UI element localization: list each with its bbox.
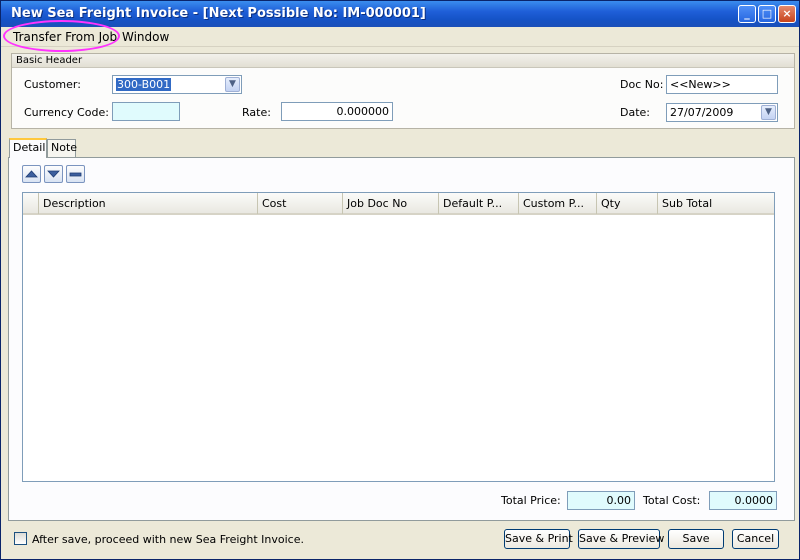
total-cost-label: Total Cost: xyxy=(643,494,701,507)
calendar-dropdown-icon[interactable]: ▼ xyxy=(761,105,776,120)
proceed-new-checkbox[interactable] xyxy=(14,532,27,545)
column-header-cost[interactable]: Cost xyxy=(258,193,343,214)
date-picker[interactable]: 27/07/2009 ▼ xyxy=(666,103,778,122)
column-header-custom-price[interactable]: Custom P... xyxy=(519,193,597,214)
group-header: Basic Header xyxy=(12,54,794,68)
maximize-button[interactable]: □ xyxy=(758,5,776,23)
column-header-selector[interactable] xyxy=(23,193,39,214)
tab-note[interactable]: Note xyxy=(47,139,77,157)
rate-field[interactable]: 0.000000 xyxy=(281,102,393,121)
move-down-button[interactable] xyxy=(44,165,63,183)
title-bar[interactable]: New Sea Freight Invoice - [Next Possible… xyxy=(1,1,799,27)
customer-combobox[interactable]: 300-B001 ▼ xyxy=(112,75,242,94)
move-up-button[interactable] xyxy=(22,165,41,183)
doc-no-label: Doc No: xyxy=(620,78,664,91)
currency-code-label: Currency Code: xyxy=(24,106,109,119)
group-title: Basic Header xyxy=(16,55,83,66)
detail-grid[interactable]: Description Cost Job Doc No Default P...… xyxy=(22,192,775,482)
arrow-down-icon xyxy=(47,170,60,178)
date-value: 27/07/2009 xyxy=(670,106,734,119)
minus-icon xyxy=(69,172,82,177)
total-price-label: Total Price: xyxy=(501,494,561,507)
save-preview-button[interactable]: Save & Preview xyxy=(578,529,664,549)
save-print-button[interactable]: Save & Print xyxy=(504,529,573,549)
menu-bar: Transfer From Job Window xyxy=(1,27,799,47)
cancel-button[interactable]: Cancel xyxy=(732,529,779,549)
rate-label: Rate: xyxy=(242,106,271,119)
total-cost-field: 0.0000 xyxy=(709,491,777,510)
menu-transfer-from-job[interactable]: Transfer From Job xyxy=(13,30,117,44)
basic-header-group: Basic Header Customer: 300-B001 ▼ Curren… xyxy=(11,53,795,129)
window-title: New Sea Freight Invoice - [Next Possible… xyxy=(11,6,426,21)
menu-window[interactable]: Window xyxy=(122,30,169,44)
save-button[interactable]: Save xyxy=(668,529,724,549)
customer-label: Customer: xyxy=(24,78,81,91)
proceed-new-label[interactable]: After save, proceed with new Sea Freight… xyxy=(32,533,304,546)
close-button[interactable]: × xyxy=(778,5,796,23)
remove-row-button[interactable] xyxy=(66,165,85,183)
chevron-down-icon[interactable]: ▼ xyxy=(225,77,240,92)
column-header-description[interactable]: Description xyxy=(39,193,258,214)
tab-detail[interactable]: Detail xyxy=(9,138,47,158)
minimize-button[interactable]: _ xyxy=(738,5,756,23)
arrow-up-icon xyxy=(25,170,38,178)
total-price-field: 0.00 xyxy=(567,491,635,510)
date-label: Date: xyxy=(620,106,650,119)
invoice-window: New Sea Freight Invoice - [Next Possible… xyxy=(0,0,800,560)
column-header-sub-total[interactable]: Sub Total xyxy=(658,193,774,214)
column-header-qty[interactable]: Qty xyxy=(597,193,658,214)
customer-value: 300-B001 xyxy=(116,78,172,91)
column-header-job-doc-no[interactable]: Job Doc No xyxy=(343,193,439,214)
column-header-default-price[interactable]: Default P... xyxy=(439,193,519,214)
doc-no-field[interactable]: <<New>> xyxy=(666,75,778,94)
grid-header: Description Cost Job Doc No Default P...… xyxy=(23,193,774,215)
currency-code-field[interactable] xyxy=(112,102,180,121)
